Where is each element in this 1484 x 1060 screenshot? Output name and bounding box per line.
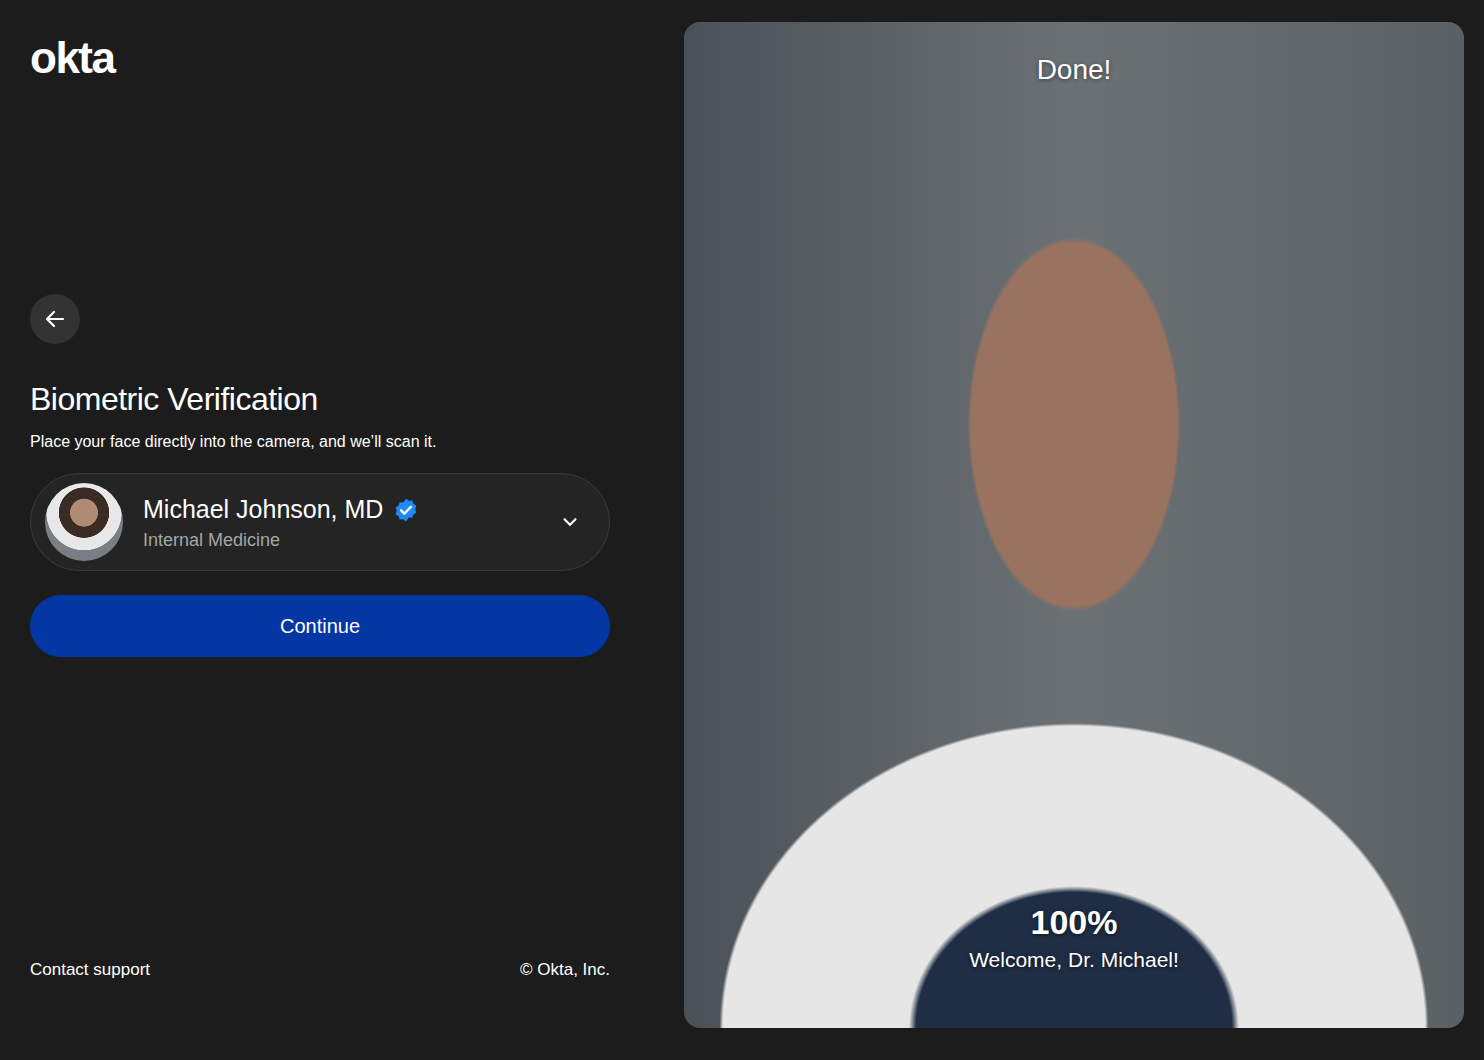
back-arrow-icon [43,307,67,331]
scan-status: Done! [1037,54,1112,86]
account-selector[interactable]: Michael Johnson, MD Internal Medicine [30,473,610,571]
account-name-row: Michael Johnson, MD [143,493,539,526]
camera-panel: Done! 100% Welcome, Dr. Michael! [684,0,1484,1060]
back-button[interactable] [30,294,80,344]
copyright-text: © Okta, Inc. [520,960,610,980]
page-title: Biometric Verification [30,380,318,418]
continue-button[interactable]: Continue [30,595,610,657]
scan-result: 100% Welcome, Dr. Michael! [969,903,1179,972]
avatar-photo [45,483,123,561]
account-info: Michael Johnson, MD Internal Medicine [143,493,539,551]
contact-support-link[interactable]: Contact support [30,960,150,980]
verified-badge-icon [393,497,419,523]
account-specialty: Internal Medicine [143,530,539,551]
scan-progress: 100% [1031,903,1118,942]
chevron-down-icon [559,511,581,533]
instruction-text: Place your face directly into the camera… [30,431,436,453]
welcome-message: Welcome, Dr. Michael! [969,948,1179,972]
biometric-page: okta Biometric Verification Place your fac… [0,0,1484,1060]
camera-feed: Done! 100% Welcome, Dr. Michael! [684,22,1464,1028]
account-name: Michael Johnson, MD [143,493,383,526]
footer: Contact support © Okta, Inc. [30,960,610,980]
okta-logo: okta [30,34,114,82]
login-panel: okta Biometric Verification Place your fac… [0,0,684,1060]
